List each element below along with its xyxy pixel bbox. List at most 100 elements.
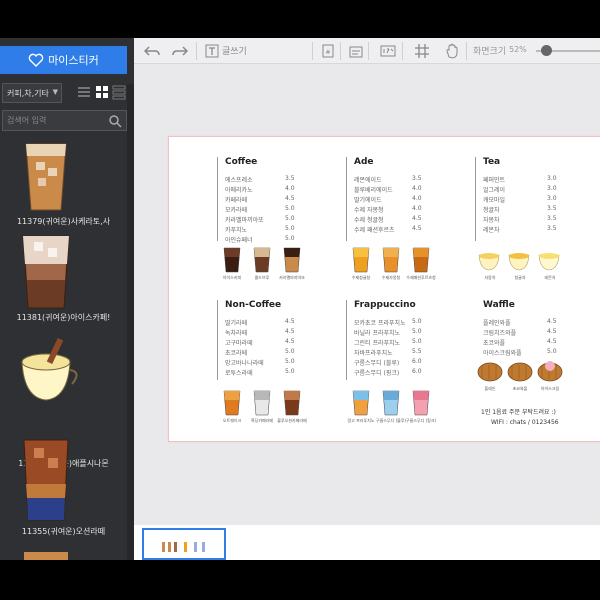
- sticker-label: 11379(귀여운)사케라토,사: [16, 217, 111, 226]
- redo-icon[interactable]: [172, 43, 188, 59]
- sticker-item[interactable]: [0, 550, 127, 560]
- menu-item-price: 6.0: [412, 358, 422, 365]
- zoom-label: 화면크기: [473, 47, 507, 57]
- menu-item-name: 그린티 프라푸치노: [354, 340, 401, 347]
- menu-footer-wifi: WIFI : chats / 0123456: [491, 419, 559, 426]
- sticker-item[interactable]: 11363(귀여운)애플시나몬: [0, 326, 127, 468]
- search-icon[interactable]: [108, 114, 122, 128]
- sticker-item[interactable]: 11381(귀여운)아이스카페!: [0, 230, 127, 326]
- drink-illustration: [253, 247, 271, 273]
- sticker-label: 11381(귀여운)아이스카페!: [16, 313, 111, 322]
- menu-item-name: 플레인와플: [483, 320, 511, 327]
- page-number-icon[interactable]: #: [320, 43, 336, 59]
- illustration-caption: 카라멜마끼아또: [279, 275, 305, 280]
- undo-icon[interactable]: [144, 43, 160, 59]
- page-thumbnail[interactable]: [142, 528, 226, 560]
- menu-item-name: 카푸치노: [225, 227, 248, 234]
- illustration-caption: 블루오션카페라떼: [277, 418, 307, 423]
- sticker-item[interactable]: 11355(귀여운)오션라떼: [0, 436, 127, 546]
- menu-section-title: Frappuccino: [354, 300, 416, 310]
- menu-section-title: Ade: [354, 157, 374, 167]
- menu-item-name: 아메리카노: [225, 187, 253, 194]
- menu-item-price: 5.0: [285, 358, 295, 365]
- hand-tool-icon[interactable]: [444, 43, 460, 59]
- menu-item-price: 3.0: [547, 185, 557, 192]
- menu-canvas-page[interactable]: Coffee 에스프레소 3.5 아메리카노 4.0 카페라떼 4.5 모카라떼 5.0 카라멜마…: [168, 136, 600, 442]
- spell-check-icon[interactable]: [348, 43, 364, 59]
- menu-item-price: 5.0: [285, 225, 295, 232]
- toolbar-divider: [368, 42, 369, 60]
- sidebar-scrollbar[interactable]: [127, 84, 134, 560]
- illustration-caption: 콜드브루: [254, 275, 270, 280]
- apple-cinnamon-sticker-image: [21, 338, 78, 401]
- sticker-search-box: [2, 110, 127, 131]
- category-value: 커피,차,기타: [7, 88, 49, 98]
- menu-item-name: 수제 패션후르츠: [354, 227, 395, 234]
- menu-item-name: 자몽차: [483, 217, 500, 224]
- sticker-sidebar: 마이스티커 커피,차,기타 ▼ 검색어 입력 11379(귀여운)사케라토,사 …: [0, 38, 134, 560]
- grid-view-icon[interactable]: [94, 84, 110, 100]
- menu-item-name: 에스프레소: [225, 177, 253, 184]
- menu-item-name: 구름스무디 (블루): [354, 360, 400, 367]
- sticker-item[interactable]: 11379(귀여운)사케라토,사: [0, 138, 127, 230]
- menu-item-name: 청귤차: [483, 207, 500, 214]
- menu-item-price: 5.0: [412, 318, 422, 325]
- menu-item-price: 5.0: [412, 328, 422, 335]
- bottom-black-bar: [0, 560, 600, 600]
- menu-item-price: 4.5: [547, 328, 557, 335]
- editor-area: 글쓰기 # 화면크기 52% Coffee 에스프레소 3.5 아메리카노 4.0 카페라…: [134, 38, 600, 560]
- illustration-caption: 오트쉐이크: [222, 418, 242, 423]
- waffle-illustration: [537, 361, 563, 382]
- illustration-caption: 자몽차: [484, 275, 496, 280]
- grid-icon[interactable]: [414, 43, 430, 59]
- drink-illustration: [508, 253, 530, 271]
- menu-section-title: Coffee: [225, 157, 258, 167]
- menu-item-price: 4.0: [285, 185, 295, 192]
- illustration-caption: 구름스무디 (블루): [375, 418, 407, 423]
- toolbar-divider: [312, 42, 313, 60]
- menu-item-price: 4.5: [285, 195, 295, 202]
- menu-item-name: 페퍼민트: [483, 177, 506, 184]
- menu-item-price: 4.5: [412, 225, 422, 232]
- menu-item-price: 5.0: [285, 215, 295, 222]
- menu-item-price: 3.5: [547, 215, 557, 222]
- zoom-slider-handle[interactable]: [540, 45, 552, 56]
- menu-item-price: 6.0: [412, 368, 422, 375]
- zoom-value: 52%: [509, 45, 527, 54]
- menu-item-name: 초코와플: [483, 340, 506, 347]
- text-tool-label[interactable]: 글쓰기: [222, 44, 247, 57]
- menu-item-price: 4.0: [412, 185, 422, 192]
- cup-sticker-image: [24, 552, 68, 560]
- menu-item-price: 4.5: [285, 318, 295, 325]
- menu-item-name: 로투스라떼: [225, 370, 253, 377]
- category-dropdown[interactable]: 커피,차,기타 ▼: [2, 83, 62, 103]
- section-divider-line: [346, 300, 347, 380]
- number-field-icon[interactable]: [380, 43, 396, 59]
- menu-item-name: 구름스무디 (핑크): [354, 370, 400, 377]
- menu-item-price: 5.0: [285, 368, 295, 375]
- menu-item-name: 딸기라떼: [225, 320, 248, 327]
- drink-illustration: [352, 247, 370, 273]
- menu-section-title: Waffle: [483, 300, 515, 310]
- menu-item-name: 고구마라떼: [225, 340, 253, 347]
- list-view-icon[interactable]: [76, 84, 92, 100]
- my-sticker-button[interactable]: 마이스티커: [0, 46, 127, 74]
- text-box-icon[interactable]: [204, 43, 220, 59]
- menu-item-name: 바닐라 프라푸치노: [354, 330, 401, 337]
- iced-latte-sticker-image: [22, 235, 70, 309]
- toolbar-divider: [196, 42, 197, 60]
- menu-item-price: 5.0: [285, 348, 295, 355]
- svg-text:#: #: [325, 49, 330, 56]
- drink-illustration: [412, 390, 430, 416]
- my-sticker-label: 마이스티커: [48, 54, 99, 67]
- menu-item-price: 4.5: [547, 318, 557, 325]
- menu-section-title: Non-Coffee: [225, 300, 282, 310]
- top-black-bar: [0, 0, 600, 38]
- menu-item-price: 5.5: [412, 348, 422, 355]
- sticker-search-input[interactable]: [7, 113, 105, 128]
- rows-view-icon[interactable]: [111, 84, 127, 100]
- illustration-caption: 플레인: [484, 386, 496, 391]
- drink-illustration: [382, 390, 400, 416]
- menu-item-name: 카페라떼: [225, 197, 248, 204]
- menu-item-name: 수제 자몽청: [354, 207, 384, 214]
